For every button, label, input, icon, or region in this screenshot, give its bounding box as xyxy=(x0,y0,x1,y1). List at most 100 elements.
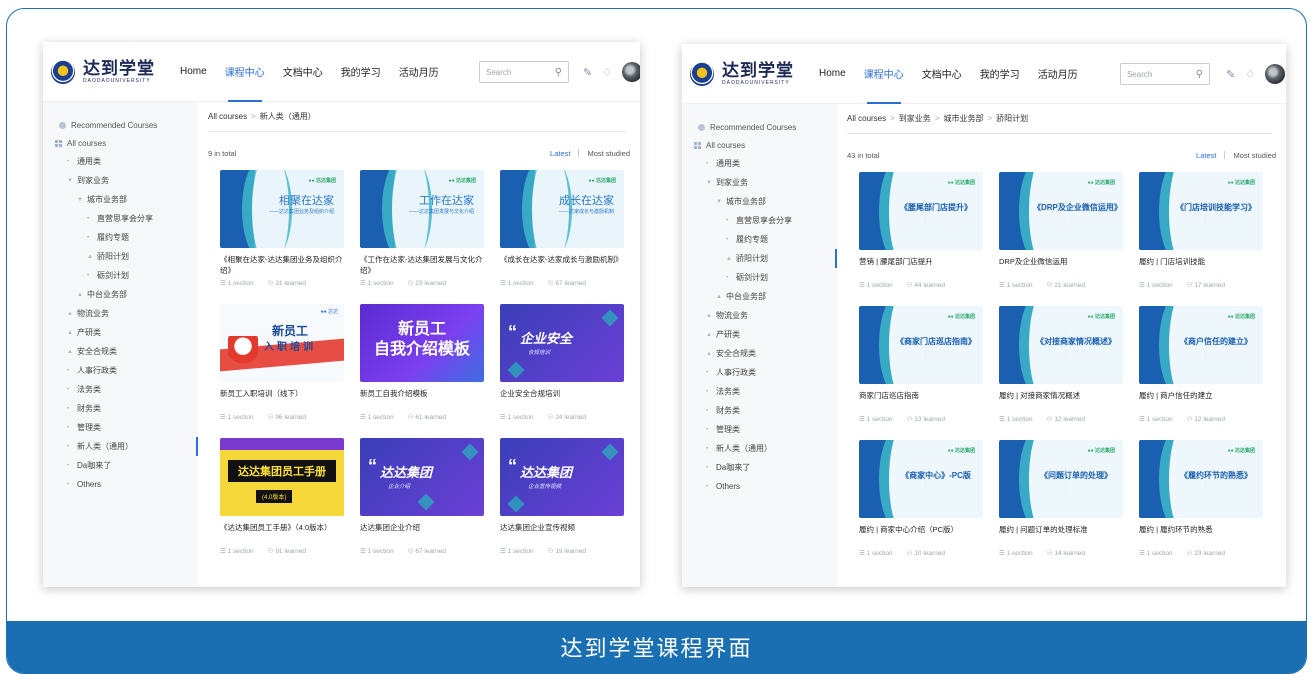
sidebar-item-others[interactable]: • Others xyxy=(682,477,837,496)
sidebar-item-finance[interactable]: • 财务类 xyxy=(682,401,837,420)
nav-my-learning[interactable]: 我的学习 xyxy=(971,44,1029,104)
course-card[interactable]: 达达集团员工手册 (4.0版本) 《达达集团员工手册》（4.0版本） ☰ 1 s… xyxy=(220,438,344,572)
course-card[interactable]: ●● 达达集团 《腰尾部门店提升》 营销 | 腰尾部门店提升 ☰ 1 sectio… xyxy=(859,172,983,306)
sidebar-item-general[interactable]: • 通用类 xyxy=(682,154,837,173)
course-title[interactable]: 营销 | 腰尾部门店提升 xyxy=(859,256,983,278)
course-thumbnail[interactable]: ●● 达达集团 《履约环节的熟悉》 xyxy=(1139,440,1263,518)
sidebar-item-direct-share[interactable]: • 直营思享会分享 xyxy=(682,211,837,230)
course-card[interactable]: ●● 达达集团 《履约环节的熟悉》 履约 | 履约环节的熟悉 ☰ 1 sectio… xyxy=(1139,440,1263,574)
sidebar-item-compliance[interactable]: ▲ 安全合规类 xyxy=(43,342,198,361)
search-input[interactable]: Search ⚲ xyxy=(1120,63,1210,85)
course-title[interactable]: 企业安全合规培训 xyxy=(500,388,624,410)
course-thumbnail[interactable]: “ 达达集团 企业介绍 xyxy=(360,438,484,516)
nav-my-learning[interactable]: 我的学习 xyxy=(332,42,390,102)
course-thumbnail[interactable]: ●● 达达集团 《问题订单的处理》 xyxy=(999,440,1123,518)
nav-activity-calendar[interactable]: 活动月历 xyxy=(1029,44,1087,104)
course-card[interactable]: ●● 达达集团 《商户信任的建立》 履约 | 商户信任的建立 ☰ 1 sectio… xyxy=(1139,306,1263,440)
course-title[interactable]: DRP及企业微信运用 xyxy=(999,256,1123,278)
sidebar-item-newcomer[interactable]: • 新人类（通用） xyxy=(43,437,198,456)
course-title[interactable]: 《达达集团员工手册》（4.0版本） xyxy=(220,522,344,544)
sidebar-item-da-coffee[interactable]: • Da咖来了 xyxy=(682,458,837,477)
course-thumbnail[interactable]: ●● 达达集团 相聚在达家 ——达达集团业务及组织介绍 xyxy=(220,170,344,248)
course-title[interactable]: 履约 | 商户信任的建立 xyxy=(1139,390,1263,412)
course-card[interactable]: “ 达达集团 企业宣传视频 达达集团企业宣传视频 ☰ 1 section ⚇ 19… xyxy=(500,438,624,572)
course-thumbnail[interactable]: ●● 达达集团 《门店培训技能学习》 xyxy=(1139,172,1263,250)
sidebar-item-sword-plan[interactable]: • 砺剑计划 xyxy=(43,266,198,285)
course-card[interactable]: “ 企业安全 合规培训 企业安全合规培训 ☰ 1 section ⚇ 24 lea… xyxy=(500,304,624,438)
course-title[interactable]: 履约 | 商家中心介绍（PC版） xyxy=(859,524,983,546)
bell-icon[interactable]: ♢ xyxy=(602,66,612,79)
nav-document-center[interactable]: 文档中心 xyxy=(913,44,971,104)
course-title[interactable]: 达达集团企业宣传视频 xyxy=(500,522,624,544)
course-card[interactable]: ●● 达达集团 相聚在达家 ——达达集团业务及组织介绍 《相聚在达家-达达集团业… xyxy=(220,170,344,304)
course-title[interactable]: 达达集团企业介绍 xyxy=(360,522,484,544)
course-title[interactable]: 履约 | 对接商家情况概述 xyxy=(999,390,1123,412)
sidebar-item-rnd[interactable]: ▲ 产研类 xyxy=(43,323,198,342)
sidebar-item-da-coffee[interactable]: • Da咖来了 xyxy=(43,456,198,475)
sidebar-item-legal[interactable]: • 法务类 xyxy=(682,382,837,401)
course-thumbnail[interactable]: ●● 达达集团 《商家门店巡店指南》 xyxy=(859,306,983,384)
sidebar-item-city-dept[interactable]: ▼ 城市业务部 xyxy=(682,192,837,211)
course-thumbnail[interactable]: ●● 达达集团 《腰尾部门店提升》 xyxy=(859,172,983,250)
sort-most-studied[interactable]: Most studied xyxy=(587,149,630,158)
course-title[interactable]: 《成长在达家-达家成长与激励机制》 xyxy=(500,254,624,276)
course-thumbnail[interactable]: ●● 达达集团 《DRP及企业微信运用》 xyxy=(999,172,1123,250)
breadcrumb-home-business[interactable]: 到家业务 xyxy=(899,113,931,124)
course-title[interactable]: 履约 | 履约环节的熟悉 xyxy=(1139,524,1263,546)
sidebar-item-compliance[interactable]: ▲ 安全合规类 xyxy=(682,344,837,363)
edit-icon[interactable]: ✎ xyxy=(583,66,592,79)
avatar[interactable] xyxy=(1265,64,1286,84)
sidebar-item-home-business[interactable]: ▼ 到家业务 xyxy=(43,171,198,190)
edit-icon[interactable]: ✎ xyxy=(1226,68,1235,81)
sidebar-item-direct-share[interactable]: • 直营思享会分享 xyxy=(43,209,198,228)
nav-document-center[interactable]: 文档中心 xyxy=(274,42,332,102)
course-title[interactable]: 新员工入职培训（线下） xyxy=(220,388,344,410)
search-icon[interactable]: ⚲ xyxy=(555,67,562,78)
course-card[interactable]: ●● 达达集团 《对接商家情况概述》 履约 | 对接商家情况概述 ☰ 1 sect… xyxy=(999,306,1123,440)
sidebar-item-home-business[interactable]: ▼ 到家业务 xyxy=(682,173,837,192)
sort-latest[interactable]: Latest xyxy=(550,149,570,158)
course-title[interactable]: 履约 | 门店培训技能 xyxy=(1139,256,1263,278)
sidebar-all-courses[interactable]: All courses xyxy=(682,136,837,154)
breadcrumb-all-courses[interactable]: All courses xyxy=(208,112,247,121)
course-thumbnail[interactable]: ●● 达达集团 工作在达家 ——达达集团发展与文化介绍 xyxy=(360,170,484,248)
breadcrumb-city-dept[interactable]: 城市业务部 xyxy=(943,113,983,124)
course-card[interactable]: ●● 达达集团 成长在达家 ——达家成长与激励机制 《成长在达家-达家成长与激励… xyxy=(500,170,624,304)
course-thumbnail[interactable]: ●● 达达 新员工 入职培训 xyxy=(220,304,344,382)
course-card[interactable]: ●● 达达集团 《DRP及企业微信运用》 DRP及企业微信运用 ☰ 1 secti… xyxy=(999,172,1123,306)
course-card[interactable]: “ 达达集团 企业介绍 达达集团企业介绍 ☰ 1 section ⚇ 67 lea… xyxy=(360,438,484,572)
sidebar-item-sun-plan[interactable]: ▲ 骄阳计划 xyxy=(43,247,198,266)
sidebar-all-courses[interactable]: All courses xyxy=(43,134,198,152)
sidebar-item-middle-office[interactable]: ▲ 中台业务部 xyxy=(682,287,837,306)
sidebar-item-management[interactable]: • 管理类 xyxy=(682,420,837,439)
course-thumbnail[interactable]: ●● 达达集团 《对接商家情况概述》 xyxy=(999,306,1123,384)
course-thumbnail[interactable]: “ 达达集团 企业宣传视频 xyxy=(500,438,624,516)
course-card[interactable]: ●● 达达集团 《商家门店巡店指南》 商家门店巡店指南 ☰ 1 section ⚇ … xyxy=(859,306,983,440)
course-thumbnail[interactable]: ●● 达达集团 《商户信任的建立》 xyxy=(1139,306,1263,384)
sidebar-item-management[interactable]: • 管理类 xyxy=(43,418,198,437)
sidebar-item-fulfillment[interactable]: • 履约专题 xyxy=(682,230,837,249)
course-card[interactable]: ●● 达达集团 《问题订单的处理》 履约 | 问题订单的处理标准 ☰ 1 sect… xyxy=(999,440,1123,574)
course-thumbnail[interactable]: “ 企业安全 合规培训 xyxy=(500,304,624,382)
sidebar-item-finance[interactable]: • 财务类 xyxy=(43,399,198,418)
course-title[interactable]: 《相聚在达家-达达集团业务及组织介绍》 xyxy=(220,254,344,276)
bell-icon[interactable]: ♢ xyxy=(1245,68,1255,81)
sidebar-item-fulfillment[interactable]: • 履约专题 xyxy=(43,228,198,247)
course-title[interactable]: 新员工自我介绍模板 xyxy=(360,388,484,410)
sidebar-item-middle-office[interactable]: ▲ 中台业务部 xyxy=(43,285,198,304)
sidebar-item-sun-plan[interactable]: ▲ 骄阳计划 xyxy=(682,249,837,268)
nav-home[interactable]: Home xyxy=(171,42,216,102)
sidebar-recommended[interactable]: Recommended Courses xyxy=(682,118,837,136)
course-title[interactable]: 商家门店巡店指南 xyxy=(859,390,983,412)
course-thumbnail[interactable]: 达达集团员工手册 (4.0版本) xyxy=(220,438,344,516)
avatar[interactable] xyxy=(622,62,640,82)
sidebar-item-hr-admin[interactable]: • 人事行政类 xyxy=(43,361,198,380)
course-thumbnail[interactable]: 新员工 自我介绍模板 xyxy=(360,304,484,382)
nav-course-center[interactable]: 课程中心 xyxy=(855,44,913,104)
sidebar-item-rnd[interactable]: ▲ 产研类 xyxy=(682,325,837,344)
logo[interactable]: 达到学堂 DAODAOUNIVERSITY xyxy=(51,59,171,84)
course-card[interactable]: ●● 达达集团 《门店培训技能学习》 履约 | 门店培训技能 ☰ 1 sectio… xyxy=(1139,172,1263,306)
sidebar-recommended[interactable]: Recommended Courses xyxy=(43,116,198,134)
sidebar-item-city-dept[interactable]: ▼ 城市业务部 xyxy=(43,190,198,209)
search-icon[interactable]: ⚲ xyxy=(1196,69,1203,80)
